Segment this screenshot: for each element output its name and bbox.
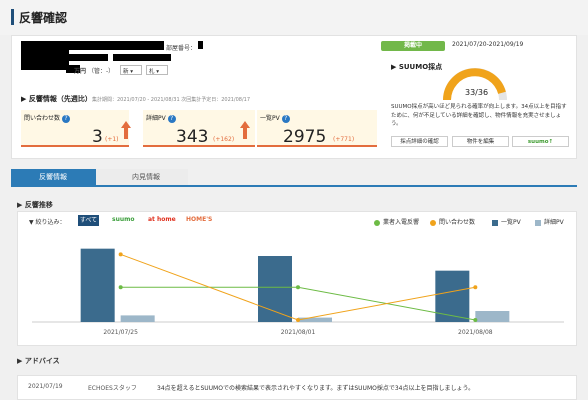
score-detail-button[interactable]: 採点詳細の確認	[391, 136, 448, 147]
kpi-inquiries: 問い合わせ数? 3 (+1)	[21, 110, 131, 147]
legend-swatch	[374, 219, 380, 226]
kpi-label: 詳細PV?	[146, 113, 176, 123]
response-info-heading-text: 反響情報（先週比）	[28, 95, 92, 103]
management-fee: （管：-）	[88, 68, 115, 75]
kpi-value: 3	[92, 127, 103, 147]
help-icon[interactable]: ?	[62, 114, 71, 123]
legend-swatch	[430, 219, 436, 226]
bar-一覧PV-2021/08/01	[258, 256, 292, 322]
point-問い合わせ数-2021/07/25	[118, 252, 123, 257]
tab-viewing-info[interactable]: 内見情報	[96, 169, 188, 186]
up-arrow-icon	[240, 121, 250, 139]
filter-label: ▼ 絞り込み：	[29, 217, 66, 226]
point-問い合わせ数-2021/08/08	[473, 285, 478, 290]
point-問い合わせ数-2021/08/01	[296, 318, 300, 322]
legend-label: 一覧PV	[501, 219, 521, 226]
select-a-value: 新	[123, 69, 129, 75]
page-header: 反響確認	[0, 0, 588, 35]
up-arrow-icon	[121, 121, 131, 139]
x-tick-label: 2021/07/25	[103, 329, 138, 336]
trend-heading-text: 反響推移	[24, 201, 53, 209]
x-tick-label: 2021/08/08	[458, 329, 493, 336]
advice-author: ECHOESスタッフ	[88, 385, 137, 392]
kpi-label-text: 詳細PV	[146, 115, 166, 122]
kpi-value: 343	[176, 127, 209, 147]
filter-label-text: 絞り込み：	[35, 219, 66, 226]
response-info-meta: 集計期間：2021/07/20 - 2021/08/31 次回集計予定日：202…	[92, 97, 251, 103]
redacted-address	[66, 54, 108, 61]
legend-item: 問い合わせ数	[430, 217, 475, 226]
point-業者入電反響-2021/07/25	[118, 285, 123, 290]
legend-item: 業者入電反響	[374, 217, 419, 226]
price-unit: 万円	[74, 68, 87, 75]
bar-詳細PV-2021/08/01	[298, 317, 332, 322]
legend-item: 詳細PV	[535, 217, 564, 226]
select-b[interactable]: 札 ▾	[146, 65, 168, 75]
edit-property-button[interactable]: 物件を編集	[452, 136, 509, 147]
legend-label: 業者入電反響	[383, 219, 420, 226]
trend-chart: 2021/07/25 2021/08/01 2021/08/08	[32, 248, 564, 336]
redacted-image	[21, 41, 69, 70]
legend-swatch	[492, 219, 498, 226]
kpi-delta: (+771)	[333, 136, 355, 143]
select-b-value: 札	[149, 69, 155, 75]
x-tick-label: 2021/08/01	[281, 329, 316, 336]
legend-label: 問い合わせ数	[439, 219, 476, 226]
kpi-label-text: 問い合わせ数	[24, 115, 61, 122]
score-text: 33/36	[465, 88, 489, 97]
advice-row: 2021/07/19 ECHOESスタッフ 34点を超えるとSUUMOでの検索結…	[17, 375, 577, 400]
suumo-score-heading-text: SUUMO採点	[398, 63, 443, 71]
kpi-delta: (+162)	[213, 136, 235, 143]
status-badge: 掲載中	[381, 41, 445, 51]
filter-icon: ▼	[29, 219, 34, 226]
filter-all-button[interactable]: すべて	[78, 215, 99, 226]
advice-heading-text: アドバイス	[24, 357, 60, 365]
help-icon[interactable]: ?	[281, 114, 290, 123]
line-業者入電反響	[120, 286, 476, 321]
filter-athome-button[interactable]: at home	[148, 216, 176, 223]
tab-response-info[interactable]: 反響情報	[11, 169, 97, 186]
legend-swatch	[535, 219, 541, 226]
tabs-underline	[11, 185, 577, 187]
legend-item: 一覧PV	[492, 217, 521, 226]
publish-period: 2021/07/20-2021/09/19	[452, 41, 524, 48]
filter-homes-button[interactable]: HOME'S	[186, 216, 212, 223]
kpi-list-pv: 一覧PV? 2975 (+771)	[257, 110, 377, 147]
filter-suumo-button[interactable]: suumo	[112, 216, 135, 223]
trend-chart-panel: ▼ 絞り込み： すべて suumo at home HOME'S 業者入電反響 …	[17, 211, 577, 346]
bar-詳細PV-2021/08/08	[475, 311, 510, 322]
trend-heading: ▶ 反響推移	[17, 201, 53, 209]
bar-詳細PV-2021/07/25	[120, 315, 155, 322]
suumo-button[interactable]: suumo↑	[512, 136, 569, 147]
bar-一覧PV-2021/07/25	[80, 248, 115, 322]
summary-card: 部屋番号： 万円 （管：-） 新 ▾ 札 ▾ ▶ 反響情報（先週比） 集計期間：…	[11, 35, 577, 159]
kpi-label: 一覧PV?	[260, 113, 290, 123]
bar-一覧PV-2021/08/08	[435, 270, 470, 322]
score-gauge	[443, 68, 507, 101]
kpi-label: 問い合わせ数?	[24, 113, 71, 123]
redacted-property-name	[66, 41, 164, 50]
legend-label: 詳細PV	[544, 219, 564, 226]
response-info-heading: ▶ 反響情報（先週比）	[21, 95, 92, 103]
kpi-label-text: 一覧PV	[260, 115, 280, 122]
kpi-value: 2975	[283, 127, 327, 147]
select-a[interactable]: 新 ▾	[120, 65, 142, 75]
suumo-score-heading: ▶ SUUMO採点	[391, 63, 443, 71]
kpi-delta: (+1)	[105, 136, 119, 143]
title-accent-bar	[11, 9, 14, 25]
point-業者入電反響-2021/08/01	[296, 285, 300, 290]
kpi-detail-pv: 詳細PV? 343 (+162)	[143, 110, 255, 147]
redacted-access	[113, 54, 171, 61]
point-業者入電反響-2021/08/08	[473, 318, 478, 322]
advice-date: 2021/07/19	[28, 383, 63, 390]
room-number-label: 部屋番号：	[166, 45, 197, 52]
help-icon[interactable]: ?	[167, 114, 176, 123]
page-title: 反響確認	[19, 11, 68, 25]
suumo-score-description: SUUMO採点が高いほど見られる確率が向上します。34点以上を目指すために、何が…	[391, 104, 567, 127]
advice-text: 34点を超えるとSUUMOでの検索結果で表示されやすくなります。まずはSUUMO…	[157, 385, 475, 392]
advice-heading: ▶ アドバイス	[17, 357, 60, 365]
redacted-room-number	[198, 41, 203, 49]
